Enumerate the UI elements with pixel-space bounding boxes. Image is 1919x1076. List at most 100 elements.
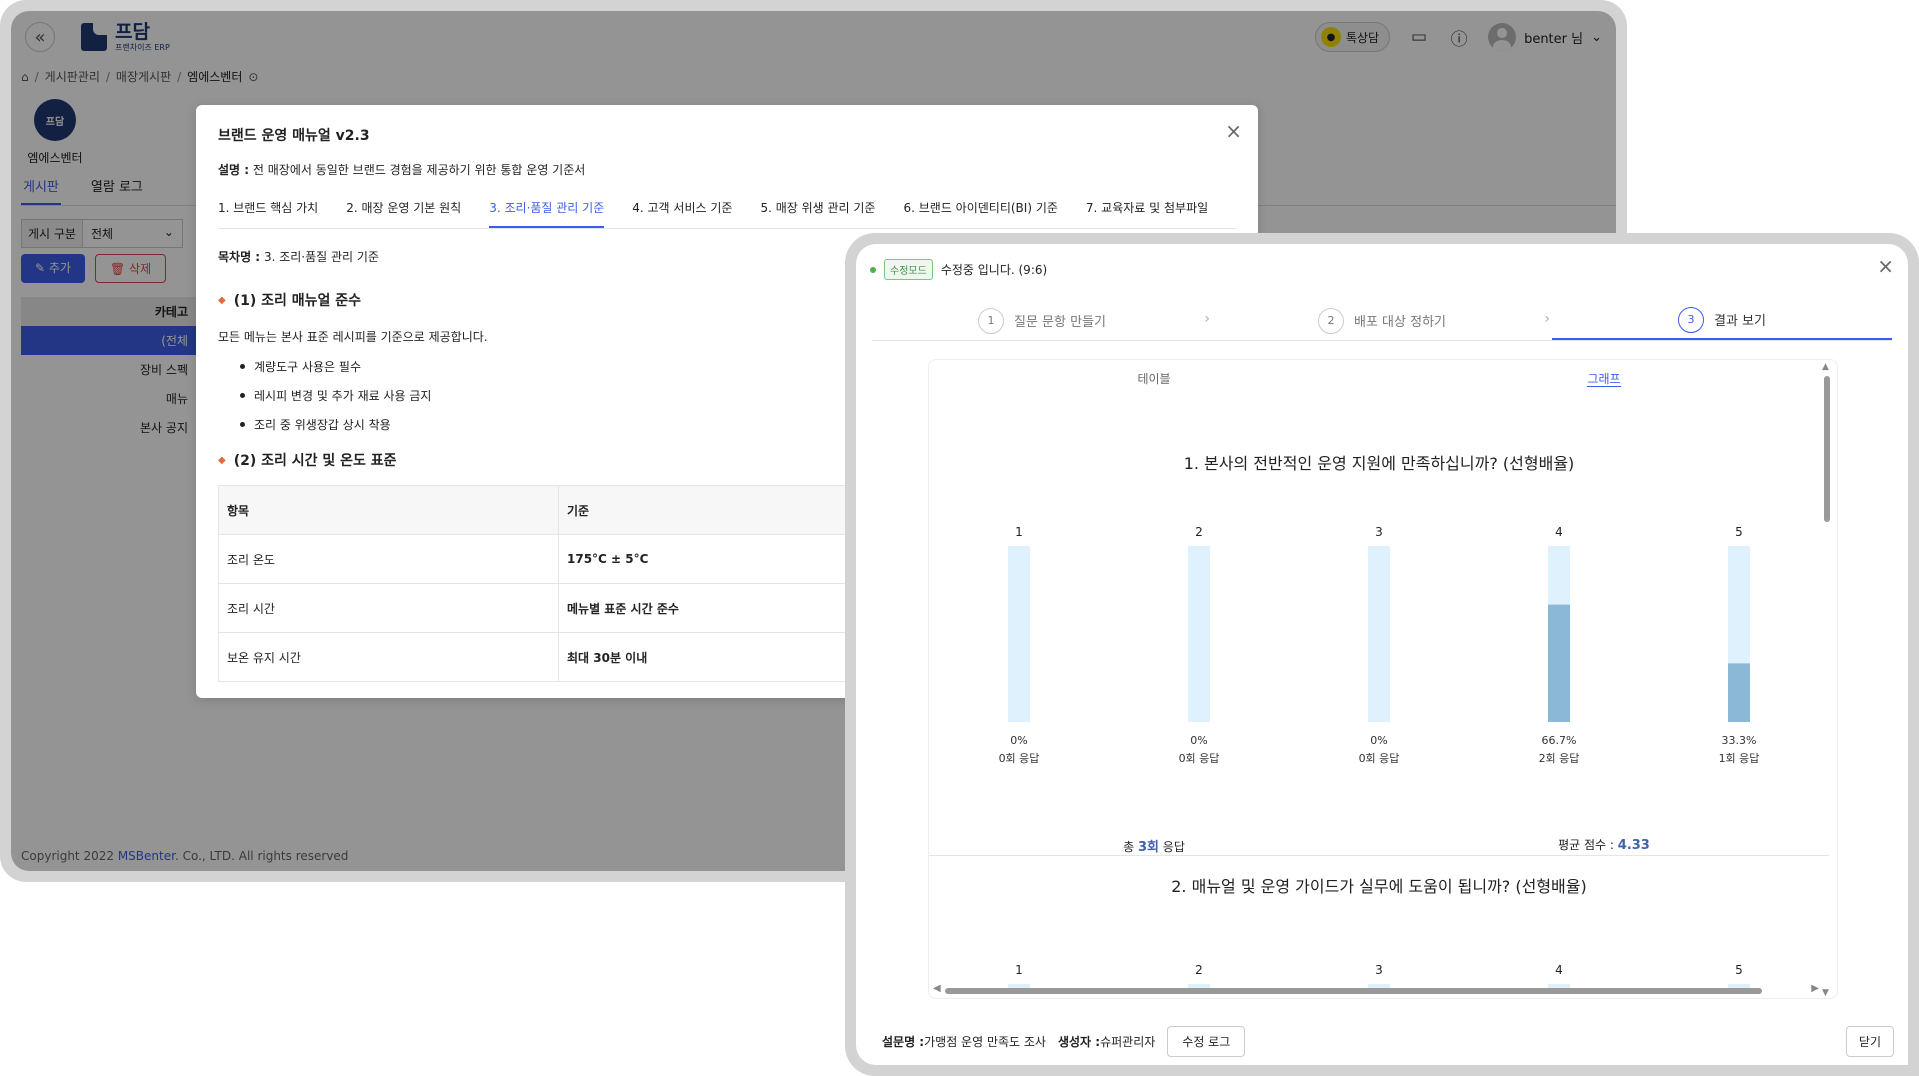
- tab-customer-service[interactable]: 4. 고객 서비스 기준: [632, 199, 732, 228]
- monitor-icon[interactable]: ▭: [1408, 26, 1430, 48]
- tab-hygiene[interactable]: 5. 매장 위생 관리 기준: [760, 199, 875, 228]
- scroll-up-icon[interactable]: ▲: [1822, 362, 1829, 372]
- edit-log-button[interactable]: 수정 로그: [1167, 1026, 1246, 1057]
- tab-view-log[interactable]: 열람 로그: [89, 176, 145, 205]
- close-button[interactable]: 닫기: [1845, 1026, 1894, 1057]
- question-1-bar-chart: 1 0% 0회 응답 2 0% 0회 응답 3 0% 0회 응답 4 66.7% 2회 응답 5 33.3…: [999, 525, 1760, 765]
- delete-button[interactable]: 🗑 삭제: [94, 254, 167, 283]
- info-circle-icon[interactable]: ⊙: [248, 70, 258, 84]
- category-label: 3: [1375, 963, 1383, 977]
- store-avatar: 프담: [34, 99, 76, 141]
- total-count: 3회: [1137, 840, 1159, 855]
- view-tabs: 테이블 그래프: [929, 360, 1829, 396]
- category-label: 1: [1015, 963, 1023, 977]
- copyright-link[interactable]: MSBenter: [118, 849, 175, 863]
- average-label: 평균 점수 :: [1558, 838, 1618, 852]
- diamond-icon: ◆: [218, 454, 226, 466]
- step-create-questions[interactable]: 1 질문 문항 만들기 ›: [872, 301, 1212, 340]
- tab-brand-values[interactable]: 1. 브랜드 핵심 가치: [218, 199, 318, 228]
- tab-table[interactable]: 테이블: [929, 360, 1379, 396]
- user-avatar-icon: [1488, 23, 1517, 51]
- scrollbar-thumb[interactable]: [1824, 376, 1830, 522]
- logo-subtitle: 프랜차이즈 ERP: [115, 42, 170, 52]
- user-menu[interactable]: benter 님 ⌄: [1488, 23, 1602, 51]
- paragraph: 모든 메뉴는 본사 표준 레시피를 기준으로 제공합니다.: [218, 330, 488, 344]
- results-panel: 테이블 그래프 1. 본사의 전반적인 운영 지원에 만족하십니까? (선형배율…: [928, 359, 1838, 999]
- category-label: 5: [1735, 963, 1743, 977]
- step-number: 1: [978, 307, 1004, 334]
- bar-track: [1188, 546, 1210, 722]
- survey-name-label: 설문명 :: [882, 1035, 925, 1049]
- step-number: 3: [1678, 306, 1704, 333]
- chevron-down-icon: ⌄: [163, 225, 174, 239]
- logo-title: 프담: [115, 20, 150, 43]
- kakao-chat-label: 톡상담: [1345, 30, 1380, 45]
- summary-row: 총 3회 응답 평균 점수 : 4.33: [929, 830, 1829, 856]
- category-item[interactable]: (전체: [21, 326, 196, 355]
- bar-track: [1368, 546, 1390, 722]
- category-label: 2: [1195, 963, 1203, 977]
- collapse-sidebar-button[interactable]: «: [25, 22, 55, 52]
- kakao-chat-button[interactable]: ● 톡상담: [1314, 22, 1391, 52]
- edit-mode-indicator: 수정모드 수정중 입니다. (9:6): [870, 259, 1047, 280]
- vertical-scrollbar[interactable]: ▲ ▼: [1822, 362, 1831, 998]
- tab-store-principles[interactable]: 2. 매장 운영 기본 원칙: [346, 199, 461, 228]
- category-item[interactable]: 장비 스펙: [21, 355, 196, 384]
- topbar: « 프담 프랜차이즈 ERP ● 톡상담 ▭ ⓘ benter 님 ⌄: [11, 11, 1616, 63]
- edit-mode-badge: 수정모드: [884, 259, 933, 280]
- close-icon[interactable]: ×: [1225, 119, 1242, 143]
- tab-cooking-quality[interactable]: 3. 조리·품질 관리 기준: [489, 199, 605, 228]
- toc-label: 목차명 :: [218, 250, 261, 264]
- category-list: 카테고 (전체 장비 스펙 매뉴 본사 공지: [21, 297, 196, 442]
- store-profile: 프담 엠에스벤터: [25, 99, 85, 166]
- chat-bubble-icon: ●: [1320, 27, 1341, 47]
- step-view-results[interactable]: 3 결과 보기: [1552, 301, 1892, 340]
- count-label: 0회 응답: [999, 752, 1040, 765]
- percent-label: 66.7%: [1542, 734, 1577, 747]
- section-heading-text: (2) 조리 시간 및 온도 표준: [233, 453, 397, 469]
- help-icon[interactable]: ⓘ: [1448, 26, 1470, 50]
- question-title: 1. 본사의 전반적인 운영 지원에 만족하십니까? (선형배율): [1183, 454, 1575, 473]
- logo-mark-icon: [81, 23, 107, 51]
- scroll-down-icon[interactable]: ▼: [1822, 988, 1829, 998]
- chevron-right-icon: ›: [1544, 311, 1550, 327]
- scroll-left-icon[interactable]: ◀: [933, 983, 941, 994]
- step-label: 배포 대상 정하기: [1354, 315, 1446, 330]
- home-icon[interactable]: ⌂: [21, 70, 29, 84]
- scrollbar-thumb[interactable]: [945, 988, 1762, 994]
- edit-mode-text: 수정중 입니다. (9:6): [940, 263, 1048, 277]
- add-button[interactable]: ✎ 추가: [21, 254, 85, 283]
- percent-label: 0%: [1190, 734, 1207, 747]
- table-cell: 조리 시간: [218, 583, 559, 633]
- step-label: 질문 문항 만들기: [1014, 315, 1106, 330]
- category-item[interactable]: 본사 공지: [21, 413, 196, 442]
- description-text: 전 매장에서 동일한 브랜드 경험을 제공하기 위한 통합 운영 기준서: [252, 163, 586, 177]
- scroll-right-icon[interactable]: ▶: [1811, 983, 1819, 994]
- survey-footer: 설문명 :가맹점 운영 만족도 조사 생성자 :슈퍼관리자 수정 로그: [882, 1026, 1246, 1057]
- count-label: 2회 응답: [1539, 752, 1580, 765]
- category-label: 5: [1735, 525, 1743, 539]
- tab-brand-identity[interactable]: 6. 브랜드 아이덴티티(BI) 기준: [903, 199, 1057, 228]
- bar-track: [1008, 546, 1030, 722]
- logo[interactable]: 프담 프랜차이즈 ERP: [81, 20, 170, 52]
- action-row: ✎ 추가 🗑 삭제: [21, 254, 167, 283]
- step-distribution-target[interactable]: 2 배포 대상 정하기 ›: [1212, 301, 1552, 340]
- breadcrumb-item[interactable]: 매장게시판: [116, 68, 171, 85]
- tab-table-label: 테이블: [1137, 372, 1171, 386]
- table-cell: 조리 온도: [218, 534, 559, 584]
- post-type-select[interactable]: 전체 ⌄: [82, 219, 183, 248]
- tab-training-files[interactable]: 7. 교육자료 및 첨부파일: [1086, 199, 1208, 228]
- survey-creator-label: 생성자 :: [1057, 1035, 1101, 1049]
- breadcrumb-item[interactable]: 게시판관리: [45, 68, 100, 85]
- survey-steps: 1 질문 문항 만들기 › 2 배포 대상 정하기 › 3 결과 보기: [872, 301, 1892, 341]
- step-label: 결과 보기: [1714, 314, 1766, 329]
- category-item[interactable]: 매뉴: [21, 384, 196, 413]
- survey-creator: 생성자 :슈퍼관리자: [1058, 1033, 1155, 1050]
- tab-board[interactable]: 게시판: [21, 176, 61, 205]
- breadcrumb: ⌂ / 게시판관리 / 매장게시판 / 엠에스벤터 ⊙: [21, 68, 259, 85]
- close-icon[interactable]: ×: [1877, 254, 1894, 278]
- edit-icon: ✎: [35, 261, 46, 275]
- horizontal-scrollbar[interactable]: ◀ ▶: [933, 983, 1823, 996]
- list-item: 계량도구 사용은 필수: [240, 358, 431, 375]
- tab-graph[interactable]: 그래프: [1379, 360, 1829, 396]
